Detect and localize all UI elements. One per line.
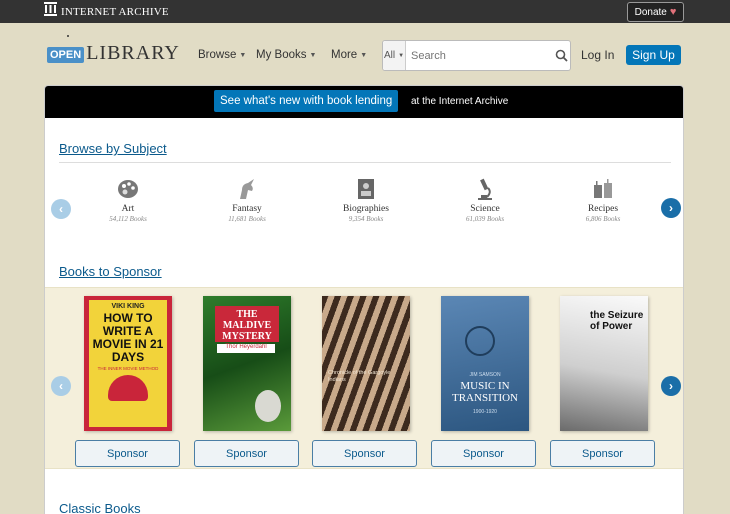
- open-library-logo[interactable]: OPEN LIBRARY: [47, 35, 180, 64]
- donate-button[interactable]: Donate ♥: [627, 2, 684, 22]
- note-art: [465, 326, 495, 356]
- internet-archive-bar: INTERNET ARCHIVE Donate ♥: [0, 0, 730, 23]
- cover-author: JIM SAMSON: [469, 372, 501, 378]
- internet-archive-label: INTERNET ARCHIVE: [61, 5, 169, 18]
- sponsor-button[interactable]: Sponsor: [75, 440, 180, 467]
- subject-name: Biographies: [343, 204, 389, 214]
- subject-recipes[interactable]: Recipes 6,806 Books: [558, 178, 648, 223]
- statue-art: [255, 390, 281, 422]
- cover-subtitle: THE INNER MOVIE METHOD: [97, 366, 159, 371]
- book-cover[interactable]: THE MALDIVE MYSTERY Thor Heyerdahl: [203, 296, 291, 431]
- subject-art[interactable]: Art 54,112 Books: [83, 178, 173, 223]
- sponsor-button[interactable]: Sponsor: [194, 440, 299, 467]
- nav-browse[interactable]: Browse ▼: [198, 49, 246, 61]
- cover-years: 1900-1920: [473, 409, 497, 415]
- subject-fantasy[interactable]: Fantasy 11,681 Books: [202, 178, 292, 223]
- caret-down-icon: ▼: [360, 51, 368, 59]
- logo-dot: [67, 35, 69, 37]
- site-header: OPEN LIBRARY Browse ▼ My Books ▼ More ▼ …: [0, 23, 730, 85]
- search-icon[interactable]: [553, 41, 570, 70]
- cover-title: Chronicle of the Gargoyle Indians: [328, 370, 391, 383]
- lending-banner: See what's new with book lending at the …: [45, 86, 683, 118]
- login-link[interactable]: Log In: [581, 48, 614, 62]
- subject-count: 61,039 Books: [465, 215, 505, 223]
- kitchen-icon: [591, 178, 615, 200]
- whats-new-button[interactable]: See what's new with book lending: [214, 90, 399, 112]
- nav-my-books-label: My Books: [256, 49, 307, 61]
- cover-title: THE MALDIVE MYSTERY: [215, 306, 279, 342]
- book-cover[interactable]: VIKI KING HOW TO WRITE A MOVIE IN 21 DAY…: [84, 296, 172, 431]
- caret-down-icon: ▼: [309, 51, 317, 59]
- search-bar: All ▼: [382, 40, 571, 71]
- nav-more-label: More: [331, 49, 358, 61]
- books-to-sponsor-heading[interactable]: Books to Sponsor: [59, 264, 162, 279]
- sponsor-button[interactable]: Sponsor: [431, 440, 536, 467]
- unicorn-icon: [235, 178, 259, 200]
- microscope-icon: [473, 178, 497, 200]
- sponsor-button[interactable]: Sponsor: [312, 440, 417, 467]
- subjects-next-arrow[interactable]: ›: [661, 198, 681, 218]
- subjects-prev-arrow[interactable]: ‹: [51, 199, 71, 219]
- book-cover[interactable]: Chronicle of the Gargoyle Indians: [322, 296, 410, 431]
- caret-down-icon: ▼: [239, 51, 247, 59]
- sponsor-prev-arrow[interactable]: ‹: [51, 376, 71, 396]
- sponsor-button[interactable]: Sponsor: [550, 440, 655, 467]
- sponsor-carousel: ‹ › VIKI KING HOW TO WRITE A MOVIE IN 21…: [45, 287, 683, 469]
- subject-count: 11,681 Books: [228, 215, 266, 223]
- section-divider: [59, 162, 671, 163]
- subject-name: Art: [121, 204, 135, 214]
- palette-icon: [116, 178, 140, 200]
- cover-author: Thor Heyerdahl: [217, 344, 275, 353]
- heart-art: [108, 375, 148, 401]
- sponsor-next-arrow[interactable]: ›: [661, 376, 681, 396]
- signup-button[interactable]: Sign Up: [626, 45, 681, 65]
- portrait-icon: [354, 178, 378, 200]
- banner-suffix: at the Internet Archive: [411, 96, 509, 107]
- search-scope-label: All: [383, 50, 396, 61]
- archive-building-icon: [44, 2, 57, 21]
- internet-archive-logo[interactable]: INTERNET ARCHIVE: [44, 2, 169, 21]
- cover-panel: VIKI KING HOW TO WRITE A MOVIE IN 21 DAY…: [89, 300, 167, 427]
- caret-down-icon: ▼: [398, 52, 405, 59]
- nav-my-books[interactable]: My Books ▼: [256, 49, 316, 61]
- subject-name: Fantasy: [232, 204, 262, 214]
- nav-more[interactable]: More ▼: [331, 49, 367, 61]
- donate-label: Donate: [634, 6, 667, 18]
- subject-science[interactable]: Science 61,039 Books: [440, 178, 530, 223]
- search-input[interactable]: [405, 41, 553, 70]
- main-content: See what's new with book lending at the …: [44, 85, 684, 514]
- browse-by-subject-heading[interactable]: Browse by Subject: [59, 141, 167, 156]
- cover-title: MUSIC IN TRANSITION: [452, 380, 518, 404]
- nav-browse-label: Browse: [198, 49, 237, 61]
- subject-name: Science: [470, 204, 500, 214]
- cover-author: VIKI KING: [111, 303, 145, 310]
- cover-title: HOW TO WRITE A MOVIE IN 21 DAYS: [92, 311, 164, 364]
- subject-count: 54,112 Books: [109, 215, 147, 223]
- subject-name: Recipes: [587, 204, 619, 214]
- cover-title: the Seizure of Power: [590, 310, 644, 332]
- subject-biographies[interactable]: Biographies 9,354 Books: [321, 178, 411, 223]
- heart-icon: ♥: [669, 6, 677, 18]
- subject-count: 9,354 Books: [348, 215, 384, 223]
- logo-library-text: LIBRARY: [86, 42, 180, 64]
- logo-open-text: OPEN: [47, 47, 85, 63]
- classic-books-heading[interactable]: Classic Books: [59, 501, 141, 514]
- search-scope-select[interactable]: All ▼: [383, 41, 406, 70]
- book-cover[interactable]: JIM SAMSON MUSIC IN TRANSITION 1900-1920: [441, 296, 529, 431]
- subject-count: 6,806 Books: [585, 215, 621, 223]
- book-cover[interactable]: the Seizure of Power: [560, 296, 648, 431]
